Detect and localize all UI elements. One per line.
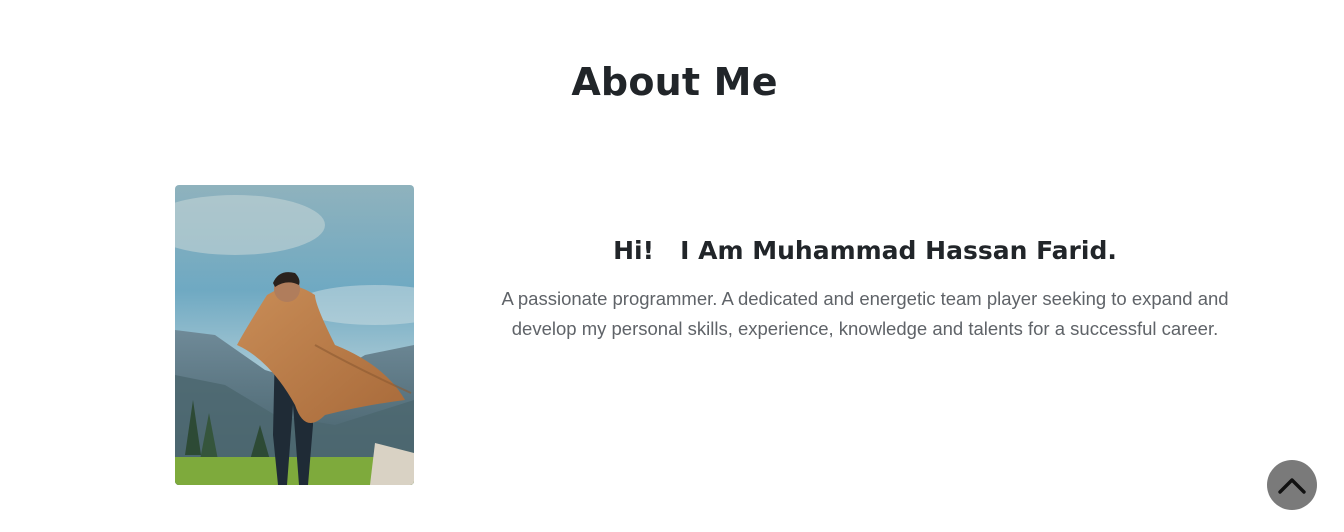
back-to-top-button[interactable] [1267,460,1317,510]
about-content: Hi! I Am Muhammad Hassan Farid. A passio… [490,232,1240,344]
greeting-heading: Hi! I Am Muhammad Hassan Farid. [613,236,1117,265]
about-section: About Me Hi! I Am Muhammad Hassan Farid.… [0,0,1344,532]
bio-paragraph: A passionate programmer. A dedicated and… [501,288,1229,339]
chevron-up-icon [1278,478,1306,494]
section-title: About Me [571,60,778,104]
profile-photo [175,185,414,485]
